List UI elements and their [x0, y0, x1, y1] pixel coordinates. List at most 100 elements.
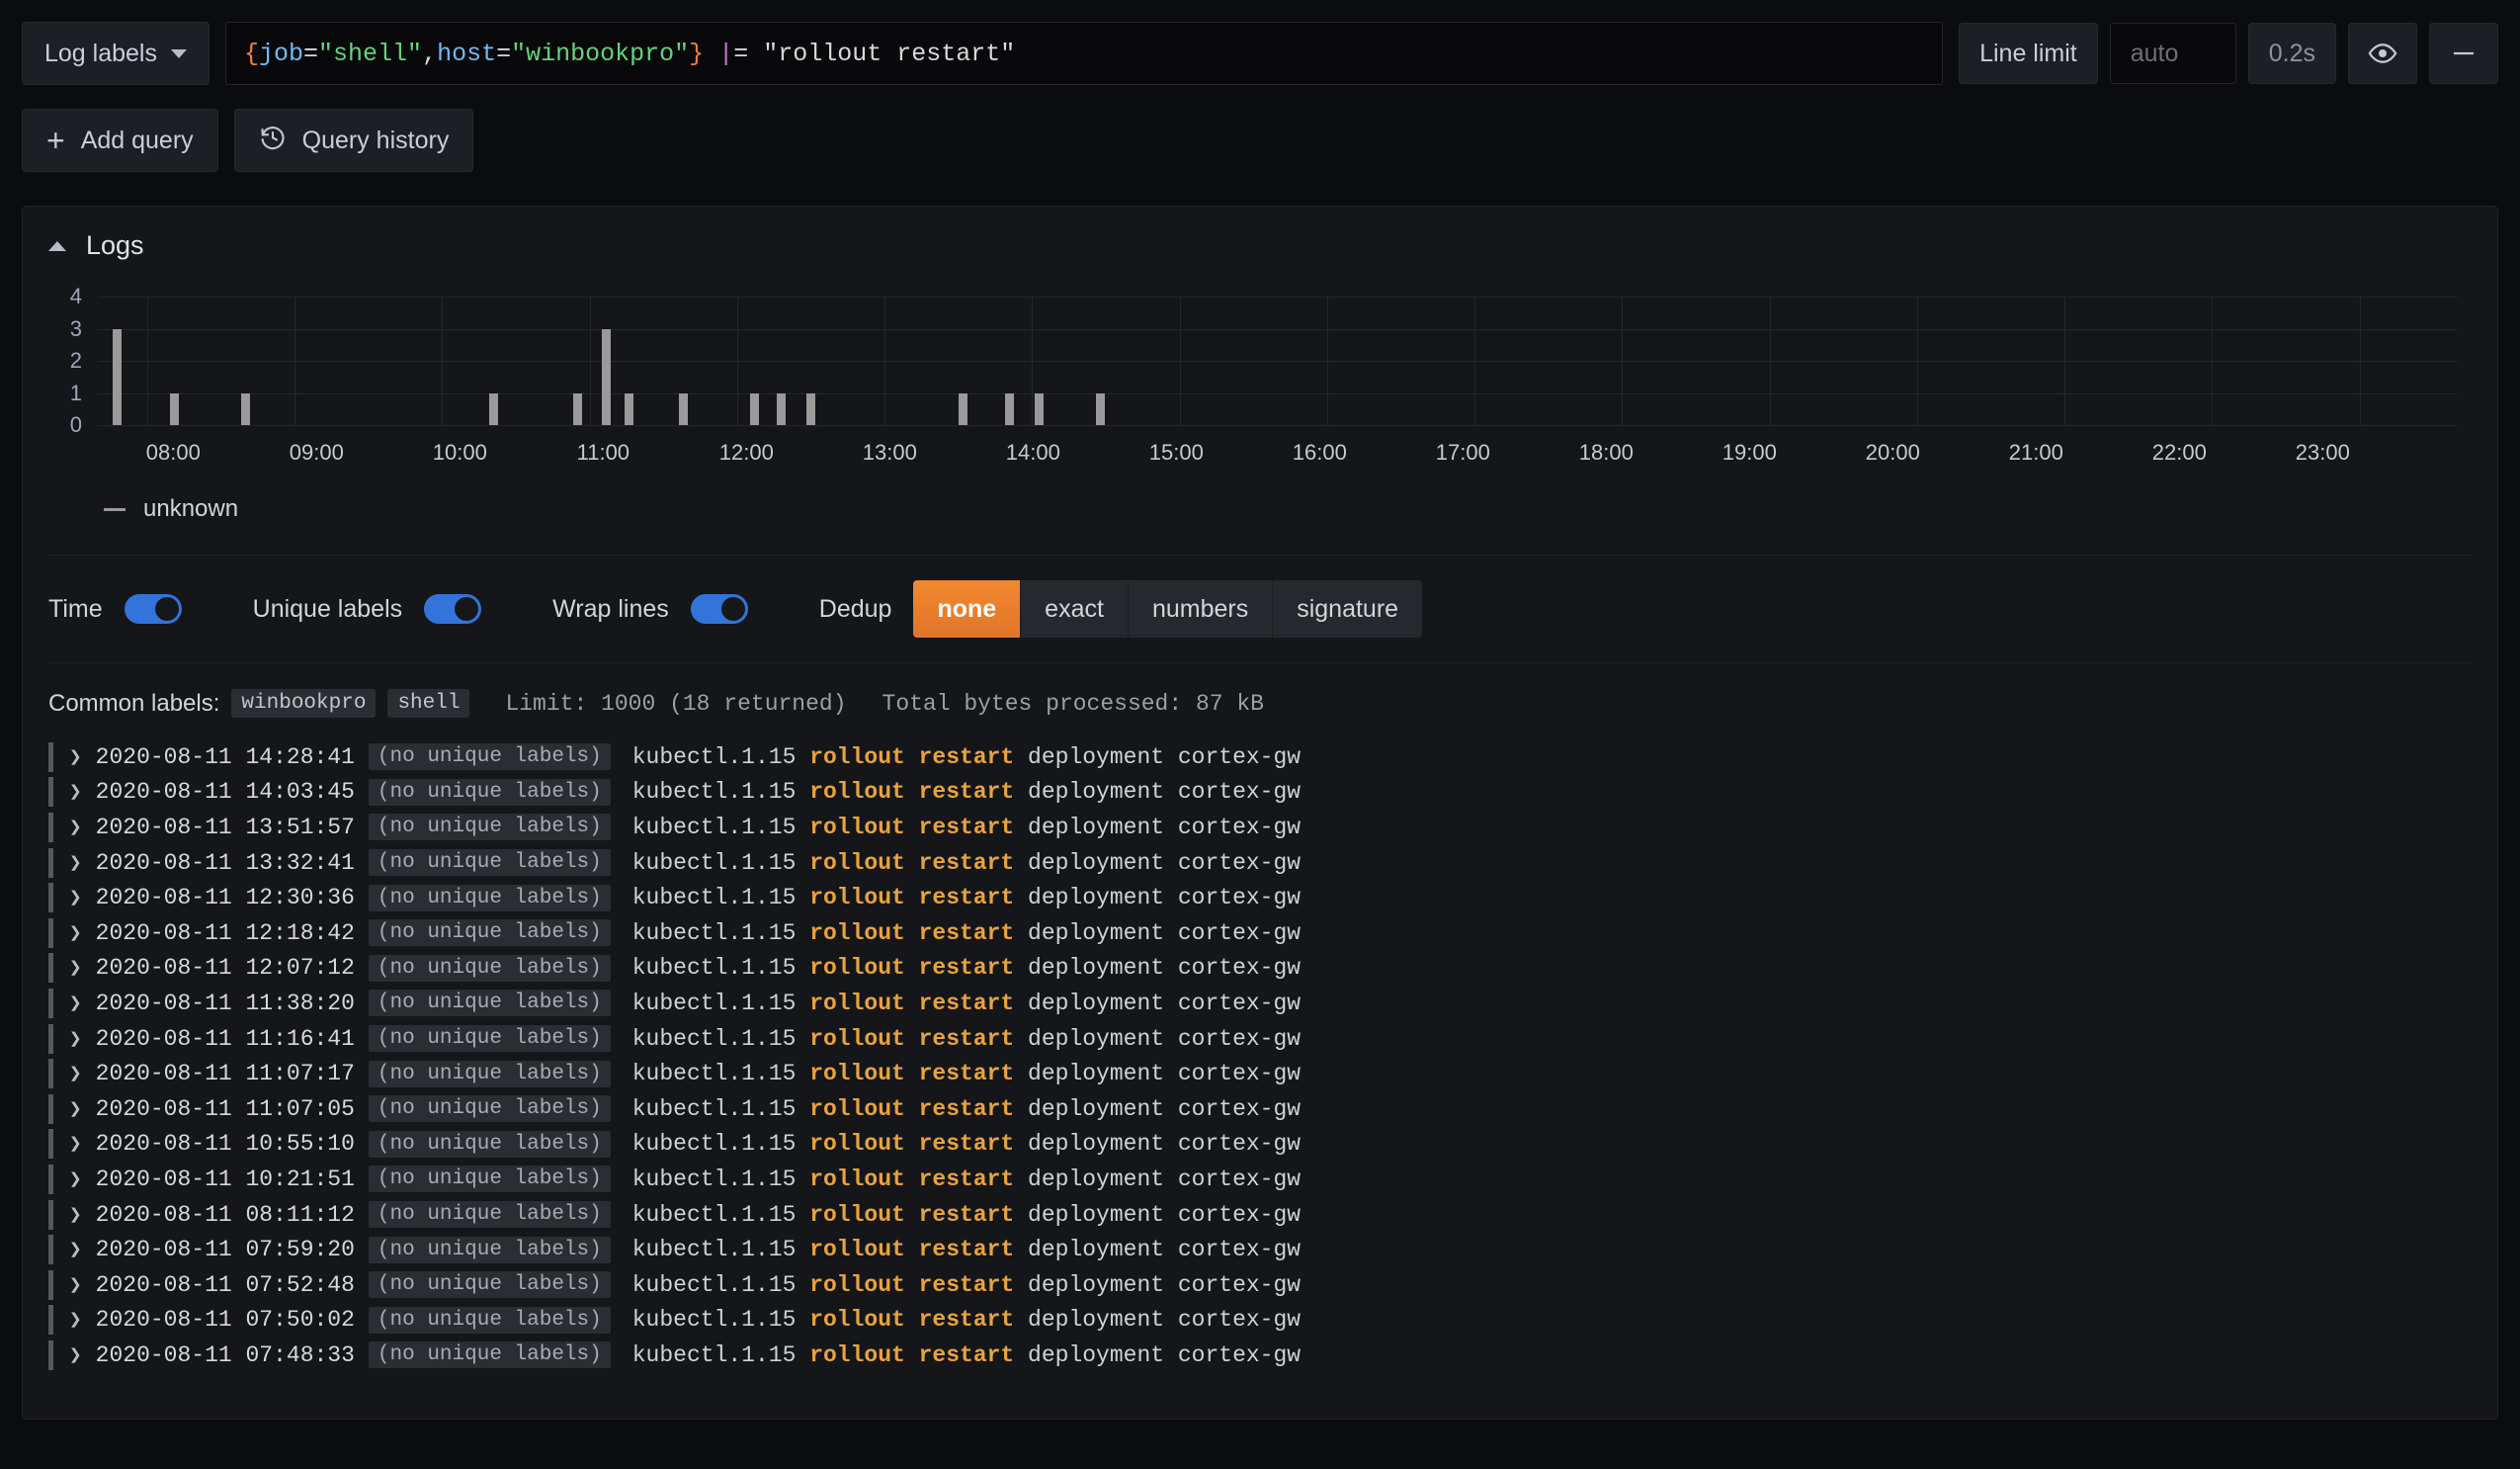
chevron-right-icon[interactable]: ❯ — [69, 1272, 82, 1298]
chevron-right-icon[interactable]: ❯ — [69, 1237, 82, 1262]
histogram-bar[interactable] — [749, 392, 759, 425]
common-label-chip[interactable]: shell — [387, 689, 470, 718]
log-row[interactable]: ❯ 2020-08-11 12:18:42 (no unique labels) ku… — [48, 915, 2472, 951]
histogram-bar[interactable] — [113, 328, 123, 425]
log-labels-dropdown[interactable]: Log labels — [22, 22, 210, 85]
log-row[interactable]: ❯ 2020-08-11 14:28:41 (no unique labels) ku… — [48, 739, 2472, 775]
log-row[interactable]: ❯ 2020-08-11 07:50:02 (no unique labels) ku… — [48, 1303, 2472, 1339]
y-axis-tick-label: 4 — [69, 284, 82, 308]
minus-icon[interactable] — [2429, 23, 2498, 84]
log-row[interactable]: ❯ 2020-08-11 13:51:57 (no unique labels) ku… — [48, 810, 2472, 845]
histogram-bar[interactable] — [488, 392, 498, 425]
gridline-vertical — [2064, 297, 2065, 425]
chevron-right-icon[interactable]: ❯ — [69, 1167, 82, 1192]
eye-icon[interactable] — [2348, 23, 2417, 84]
log-level-indicator — [48, 1339, 53, 1370]
x-axis-tick-label: 12:00 — [718, 440, 774, 465]
chevron-right-icon[interactable]: ❯ — [69, 1202, 82, 1228]
dedup-option-numbers[interactable]: numbers — [1128, 580, 1274, 638]
log-row[interactable]: ❯ 2020-08-11 08:11:12 (no unique labels) ku… — [48, 1197, 2472, 1233]
chevron-right-icon[interactable]: ❯ — [69, 1026, 82, 1052]
chevron-right-icon[interactable]: ❯ — [69, 1096, 82, 1122]
common-label-chip[interactable]: winbookpro — [231, 689, 377, 718]
query-token: job — [259, 39, 304, 68]
query-editor-row: Log labels {job="shell",host="winbookpro… — [0, 0, 2520, 85]
log-row[interactable]: ❯ 2020-08-11 10:55:10 (no unique labels) ku… — [48, 1127, 2472, 1163]
add-query-button[interactable]: + Add query — [22, 109, 218, 172]
histogram-bar[interactable] — [678, 392, 688, 425]
chevron-right-icon[interactable]: ❯ — [69, 779, 82, 805]
chevron-right-icon[interactable]: ❯ — [69, 1342, 82, 1368]
log-row[interactable]: ❯ 2020-08-11 13:32:41 (no unique labels) ku… — [48, 845, 2472, 881]
history-icon — [259, 124, 287, 158]
chevron-right-icon[interactable]: ❯ — [69, 815, 82, 840]
unique-labels-toggle[interactable] — [424, 594, 482, 624]
chevron-right-icon[interactable]: ❯ — [69, 991, 82, 1016]
histogram-bar[interactable] — [572, 392, 582, 425]
log-message-suffix: deployment cortex-gw — [1014, 1307, 1302, 1334]
log-message: kubectl.1.15 rollout restart deployment … — [632, 1342, 1301, 1368]
histogram-bar[interactable] — [1035, 392, 1045, 425]
chevron-right-icon[interactable]: ❯ — [69, 744, 82, 770]
query-expression-input[interactable]: {job="shell",host="winbookpro"} |= "roll… — [224, 22, 1944, 85]
histogram-bar[interactable] — [624, 392, 633, 425]
x-axis-tick-label: 19:00 — [1722, 440, 1777, 465]
log-message-suffix: deployment cortex-gw — [1014, 990, 1302, 1016]
histogram-bar[interactable] — [169, 392, 179, 425]
chevron-right-icon[interactable]: ❯ — [69, 1131, 82, 1157]
log-message-prefix: kubectl.1.15 — [631, 1341, 810, 1368]
log-row[interactable]: ❯ 2020-08-11 11:07:05 (no unique labels) ku… — [48, 1091, 2472, 1127]
dedup-option-exact[interactable]: exact — [1021, 580, 1129, 638]
log-message: kubectl.1.15 rollout restart deployment … — [632, 1307, 1301, 1333]
log-row[interactable]: ❯ 2020-08-11 12:30:36 (no unique labels) ku… — [48, 880, 2472, 915]
line-limit-label[interactable]: Line limit — [1959, 23, 2098, 84]
x-axis-tick-label: 15:00 — [1148, 440, 1204, 465]
x-axis-tick-label: 08:00 — [145, 440, 201, 465]
log-row[interactable]: ❯ 2020-08-11 11:16:41 (no unique labels) ku… — [48, 1021, 2472, 1057]
x-axis-tick-label: 17:00 — [1435, 440, 1490, 465]
histogram-bar[interactable] — [805, 392, 815, 425]
histogram-bar[interactable] — [1096, 392, 1106, 425]
log-row[interactable]: ❯ 2020-08-11 14:03:45 (no unique labels) ku… — [48, 775, 2472, 811]
histogram-bar[interactable] — [959, 392, 968, 425]
chevron-right-icon[interactable]: ❯ — [69, 955, 82, 981]
log-message-match: rollout restart — [809, 849, 1015, 876]
chevron-right-icon[interactable]: ❯ — [69, 885, 82, 910]
log-row[interactable]: ❯ 2020-08-11 07:52:48 (no unique labels) ku… — [48, 1267, 2472, 1303]
log-row[interactable]: ❯ 2020-08-11 12:07:12 (no unique labels) ku… — [48, 951, 2472, 987]
histogram-bar[interactable] — [777, 392, 787, 425]
log-timestamp: 2020-08-11 11:07:17 — [95, 1061, 355, 1087]
log-level-indicator — [48, 1305, 53, 1336]
log-row[interactable]: ❯ 2020-08-11 11:07:17 (no unique labels) ku… — [48, 1056, 2472, 1091]
log-row[interactable]: ❯ 2020-08-11 10:21:51 (no unique labels) ku… — [48, 1162, 2472, 1197]
log-row[interactable]: ❯ 2020-08-11 11:38:20 (no unique labels) ku… — [48, 986, 2472, 1021]
log-row[interactable]: ❯ 2020-08-11 07:59:20 (no unique labels) ku… — [48, 1232, 2472, 1267]
chevron-right-icon[interactable]: ❯ — [69, 1061, 82, 1086]
histogram-bar[interactable] — [1005, 392, 1015, 425]
log-message-suffix: deployment cortex-gw — [1014, 885, 1302, 911]
chevron-right-icon[interactable]: ❯ — [69, 920, 82, 946]
log-unique-labels: (no unique labels) — [368, 990, 611, 1017]
log-timestamp: 2020-08-11 12:18:42 — [95, 919, 355, 946]
histogram-plot-area[interactable]: 0 1 2 3 4 — [70, 284, 2458, 437]
wrap-lines-toggle[interactable] — [690, 594, 748, 624]
chevron-right-icon[interactable]: ❯ — [69, 1307, 82, 1333]
chevron-up-icon[interactable] — [48, 240, 66, 251]
log-row[interactable]: ❯ 2020-08-11 07:48:33 (no unique labels) ku… — [48, 1338, 2472, 1373]
log-message-match: rollout restart — [809, 885, 1015, 911]
query-actions-row: + Add query Query history — [0, 85, 2520, 172]
time-toggle[interactable] — [124, 594, 182, 624]
line-limit-input[interactable]: auto — [2109, 23, 2236, 84]
logs-panel-header[interactable]: Logs — [23, 207, 2497, 261]
histogram-bar[interactable] — [602, 328, 612, 425]
dedup-option-signature[interactable]: signature — [1273, 580, 1423, 638]
x-axis-tick-label: 18:00 — [1578, 440, 1634, 465]
query-history-button[interactable]: Query history — [233, 109, 474, 172]
histogram-bar[interactable] — [240, 392, 250, 425]
time-label: Time — [48, 594, 103, 623]
log-timestamp: 2020-08-11 14:28:41 — [95, 743, 355, 770]
chevron-right-icon[interactable]: ❯ — [69, 850, 82, 876]
dedup-option-none[interactable]: none — [913, 580, 1022, 638]
histogram-legend[interactable]: unknown — [50, 474, 2458, 523]
x-axis-tick-label: 09:00 — [289, 440, 344, 465]
